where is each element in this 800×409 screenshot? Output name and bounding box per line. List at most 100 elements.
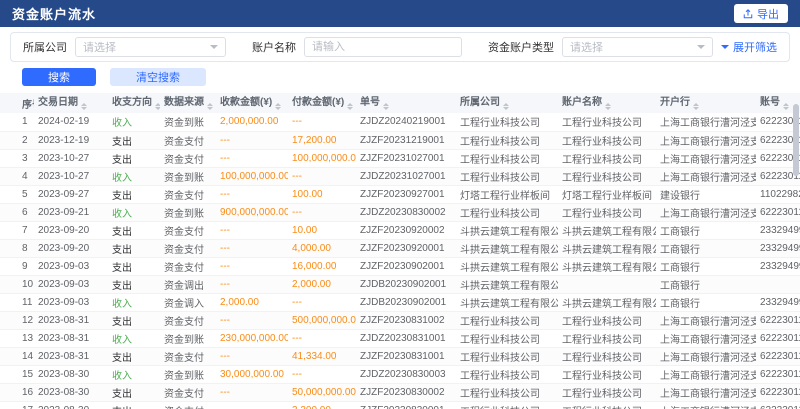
cell-index: 16 xyxy=(0,383,34,401)
search-button[interactable]: 搜索 xyxy=(22,68,96,86)
cell-direction: 收入 xyxy=(108,293,160,311)
column-header-company[interactable]: 所属公司 xyxy=(456,93,558,113)
cell-source: 资金支付 xyxy=(160,347,216,365)
cell-source: 资金调出 xyxy=(160,275,216,293)
cell-payment-amount: --- xyxy=(288,167,356,185)
cell-source: 资金支付 xyxy=(160,131,216,149)
sort-caret-icon[interactable] xyxy=(605,100,611,113)
cell-order-no: ZJDZ20231027001 xyxy=(356,167,456,185)
cell-direction: 支出 xyxy=(108,257,160,275)
sort-caret-icon[interactable] xyxy=(347,100,353,113)
column-header-index: 序号 xyxy=(0,93,34,113)
account-name-filter-label: 账户名称 xyxy=(252,39,296,55)
expand-filters-link[interactable]: 展开筛选 xyxy=(721,39,777,55)
chevron-down-icon xyxy=(721,45,729,49)
table-row: 42023-10-27收入资金到账100,000,000.00---ZJDZ20… xyxy=(0,167,800,185)
cell-payment-amount: 4,000.00 xyxy=(288,239,356,257)
page-title: 资金账户流水 xyxy=(12,4,96,23)
column-header-bank[interactable]: 开户行 xyxy=(656,93,756,113)
cell-account-name: 灯塔工程行业样板间 xyxy=(558,185,656,203)
cell-index: 15 xyxy=(0,365,34,383)
cell-order-no: ZJZF20230830002 xyxy=(356,383,456,401)
sort-caret-icon[interactable] xyxy=(383,100,389,113)
cell-index: 9 xyxy=(0,257,34,275)
cell-company: 工程行业科技公司 xyxy=(456,365,558,383)
column-header-order-no[interactable]: 单号 xyxy=(356,93,456,113)
sort-caret-icon[interactable] xyxy=(155,100,160,113)
account-type-select[interactable]: 请选择 xyxy=(562,37,713,57)
clear-search-button[interactable]: 清空搜索 xyxy=(110,68,206,86)
cell-bank: 工商银行 xyxy=(656,221,756,239)
cell-bank: 上海工商银行漕河泾支行 xyxy=(656,365,756,383)
cell-account-name: 工程行业科技公司 xyxy=(558,383,656,401)
column-header-receipt-amount[interactable]: 收款金额(¥) xyxy=(216,93,288,113)
cell-company: 工程行业科技公司 xyxy=(456,401,558,409)
cell-account-name: 斗拱云建筑工程有限公司 xyxy=(558,293,656,311)
cell-account-name: 工程行业科技公司 xyxy=(558,329,656,347)
scrollbar-thumb[interactable] xyxy=(793,104,799,176)
cell-order-no: ZJZF20230920001 xyxy=(356,239,456,257)
cell-receipt-amount: --- xyxy=(216,311,288,329)
column-header-direction[interactable]: 收支方向 xyxy=(108,93,160,113)
chevron-down-icon xyxy=(210,45,218,49)
sort-caret-icon[interactable] xyxy=(783,100,789,113)
sort-caret-icon[interactable] xyxy=(275,100,281,113)
cell-order-no: ZJDB20230902001 xyxy=(356,275,456,293)
column-header-payment-amount[interactable]: 付款金额(¥) xyxy=(288,93,356,113)
column-header-source[interactable]: 数据来源 xyxy=(160,93,216,113)
cell-payment-amount: 100,000,000.00 xyxy=(288,149,356,167)
cell-source: 资金支付 xyxy=(160,401,216,409)
cell-receipt-amount: --- xyxy=(216,149,288,167)
cell-account-name: 工程行业科技公司 xyxy=(558,149,656,167)
column-header-label: 序号 xyxy=(22,100,34,111)
sort-caret-icon[interactable] xyxy=(693,100,699,113)
table-row: 52023-09-27支出资金支付---100.00ZJZF2023092700… xyxy=(0,185,800,203)
table-row: 172023-08-30支出资金支付---3,300.00ZJZF2023083… xyxy=(0,401,800,409)
cell-bank: 工商银行 xyxy=(656,239,756,257)
cell-bank: 工商银行 xyxy=(656,293,756,311)
column-header-date[interactable]: 交易日期 xyxy=(34,93,108,113)
expand-filters-label: 展开筛选 xyxy=(733,39,777,55)
cell-date: 2023-09-03 xyxy=(34,257,108,275)
column-header-label: 单号 xyxy=(360,97,380,108)
cell-bank: 上海工商银行漕河泾支行 xyxy=(656,203,756,221)
cell-receipt-amount: --- xyxy=(216,257,288,275)
cell-order-no: ZJZF20230920002 xyxy=(356,221,456,239)
column-header-label: 收支方向 xyxy=(112,97,152,108)
cell-direction: 收入 xyxy=(108,203,160,221)
column-header-label: 账号 xyxy=(760,97,780,108)
cell-payment-amount: --- xyxy=(288,329,356,347)
cell-payment-amount: 10.00 xyxy=(288,221,356,239)
cell-company: 斗拱云建筑工程有限公司 xyxy=(456,239,558,257)
cell-index: 12 xyxy=(0,311,34,329)
export-button[interactable]: 导出 xyxy=(734,4,788,23)
account-name-input[interactable] xyxy=(304,37,462,57)
cell-order-no: ZJDZ20230830002 xyxy=(356,203,456,221)
sort-caret-icon[interactable] xyxy=(503,100,509,113)
cell-receipt-amount: --- xyxy=(216,347,288,365)
cell-source: 资金支付 xyxy=(160,185,216,203)
cell-receipt-amount: --- xyxy=(216,275,288,293)
column-header-account-name[interactable]: 账户名称 xyxy=(558,93,656,113)
sort-caret-icon[interactable] xyxy=(81,100,87,113)
cell-order-no: ZJDZ20230831001 xyxy=(356,329,456,347)
company-select[interactable]: 请选择 xyxy=(75,37,226,57)
cell-company: 工程行业科技公司 xyxy=(456,347,558,365)
cell-payment-amount: 41,334.00 xyxy=(288,347,356,365)
cell-company: 工程行业科技公司 xyxy=(456,113,558,131)
cell-account-name xyxy=(558,275,656,293)
cell-account-name: 斗拱云建筑工程有限公司 xyxy=(558,221,656,239)
cell-direction: 支出 xyxy=(108,221,160,239)
cell-date: 2023-08-30 xyxy=(34,401,108,409)
cell-company: 斗拱云建筑工程有限公司 xyxy=(456,275,558,293)
cell-date: 2023-09-21 xyxy=(34,203,108,221)
cell-direction: 收入 xyxy=(108,167,160,185)
cell-receipt-amount: --- xyxy=(216,185,288,203)
table-row: 162023-08-30支出资金支付---50,000,000.00ZJZF20… xyxy=(0,383,800,401)
sort-caret-icon[interactable] xyxy=(207,100,213,113)
cell-date: 2024-02-19 xyxy=(34,113,108,131)
cell-source: 资金调入 xyxy=(160,293,216,311)
topbar: 资金账户流水 导出 xyxy=(0,0,800,27)
cell-index: 2 xyxy=(0,131,34,149)
cell-source: 资金到账 xyxy=(160,365,216,383)
